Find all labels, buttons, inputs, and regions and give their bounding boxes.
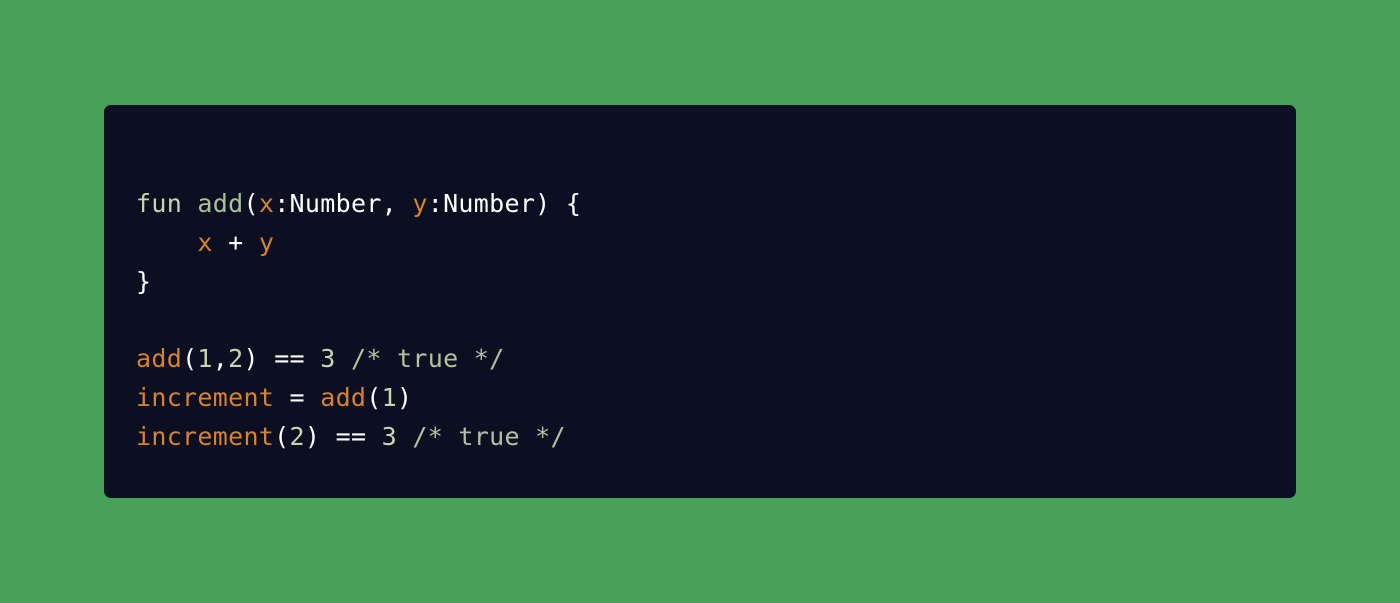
code-token-plain: , bbox=[212, 344, 229, 374]
code-token-comment: /* true */ bbox=[397, 421, 566, 451]
code-line: add(1,2) == 3 /* true */ bbox=[136, 340, 581, 379]
code-token-keyword: fun bbox=[136, 189, 198, 218]
code-snippet-panel: fun add(x:Number, y:Number) { x + y} add… bbox=[104, 105, 1296, 498]
code-token-plain: :Number, bbox=[274, 189, 413, 218]
code-token-plain: :Number) { bbox=[427, 189, 582, 218]
code-token-number: 2 bbox=[289, 421, 305, 451]
code-token-number: 3 bbox=[320, 344, 336, 374]
code-token-plain: ) bbox=[397, 382, 413, 412]
code-block: fun add(x:Number, y:Number) { x + y} add… bbox=[136, 185, 581, 457]
code-token-number: 3 bbox=[381, 421, 398, 451]
code-token-number: 1 bbox=[197, 344, 213, 374]
code-token-plain: } bbox=[136, 266, 152, 296]
code-line: } bbox=[136, 263, 581, 302]
code-token-plain: = bbox=[274, 382, 321, 412]
code-token-comment: /* true */ bbox=[335, 344, 505, 374]
code-token-variable: add bbox=[320, 382, 367, 412]
code-token-variable: add bbox=[136, 344, 183, 374]
code-token-plain: == bbox=[274, 344, 305, 374]
code-token-variable: y bbox=[412, 189, 428, 218]
code-line: x + y bbox=[136, 224, 581, 263]
code-line: increment(2) == 3 /* true */ bbox=[136, 418, 581, 457]
code-token-number: 1 bbox=[381, 382, 398, 412]
code-token-variable: x bbox=[258, 189, 275, 218]
code-token-plain: ( bbox=[366, 382, 382, 412]
code-token-variable: x bbox=[197, 227, 213, 257]
code-token-plain: ) bbox=[243, 344, 275, 374]
code-token-plain: + bbox=[212, 227, 259, 257]
code-token-variable: y bbox=[258, 227, 275, 257]
code-token-plain: ( bbox=[274, 421, 290, 451]
code-token-variable: increment bbox=[136, 421, 275, 451]
code-token-plain: ( bbox=[243, 189, 259, 218]
code-token-variable: increment bbox=[136, 382, 275, 412]
code-token-plain: ( bbox=[182, 344, 198, 374]
code-token-plain: == bbox=[335, 421, 367, 451]
code-token-function: add bbox=[197, 189, 244, 218]
code-line: increment = add(1) bbox=[136, 379, 581, 418]
code-token-plain: ) bbox=[304, 421, 336, 451]
code-line: fun add(x:Number, y:Number) { bbox=[136, 185, 581, 224]
code-token-number: 2 bbox=[228, 344, 244, 374]
